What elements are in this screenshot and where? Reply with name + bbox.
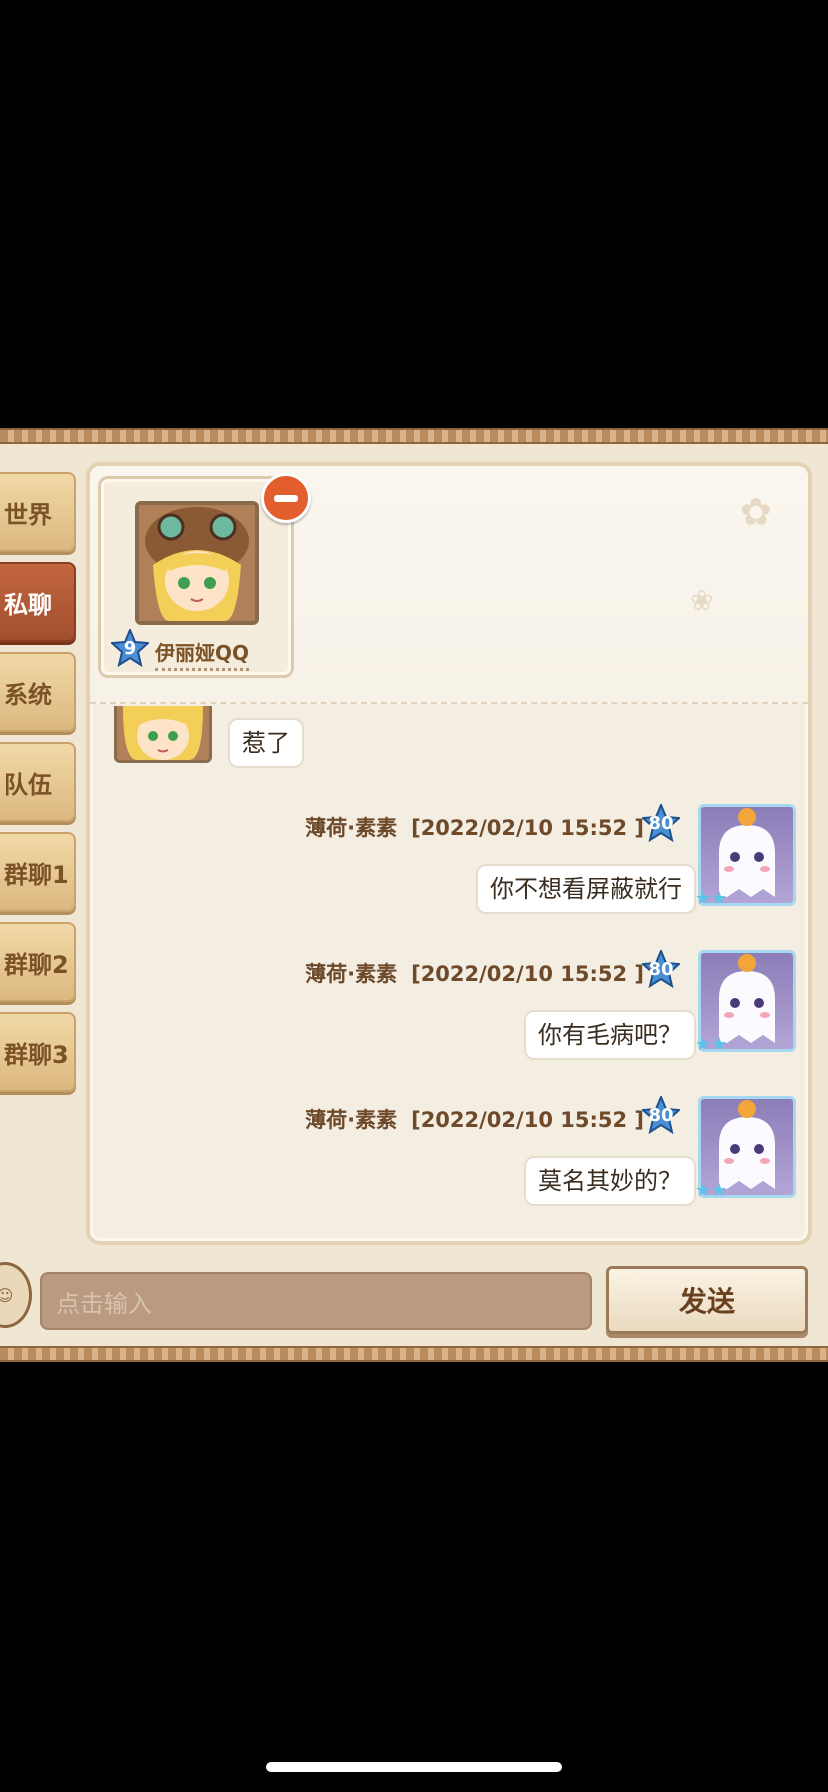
window-top-border: [0, 428, 828, 444]
sender-level: 80: [648, 812, 674, 834]
sender-level-badge: 80: [642, 950, 680, 988]
game-chat-window: 世界 私聊 系统 队伍 群聊1 群聊2 群聊3 ✿ ❀ 9 伊丽娅QQ 惹了 薄…: [0, 428, 828, 1362]
sender-level-badge: 80: [642, 804, 680, 842]
contact-bar: ✿ ❀ 9 伊丽娅QQ: [90, 466, 808, 704]
message-bubble[interactable]: 你不想看屏蔽就行: [476, 864, 696, 914]
message-time: [2022/02/10 15:52 ]: [411, 962, 644, 986]
blonde-girl-avatar-icon: [117, 706, 209, 760]
tab-group-2[interactable]: 群聊2: [0, 922, 76, 1002]
window-bottom-border: [0, 1346, 828, 1362]
message-header: 薄荷·素素 [2022/02/10 15:52 ]: [305, 1104, 644, 1134]
minus-icon: [274, 494, 298, 502]
leaf-decoration-icon: ❀: [690, 584, 714, 617]
remove-contact-button[interactable]: [261, 473, 311, 523]
tab-group-3[interactable]: 群聊3: [0, 1012, 76, 1092]
message-header: 薄荷·素素 [2022/02/10 15:52 ]: [305, 812, 644, 842]
contact-card[interactable]: 9 伊丽娅QQ: [98, 473, 311, 678]
blonde-girl-avatar-icon: [139, 505, 255, 621]
tab-team[interactable]: 队伍: [0, 742, 76, 822]
message-header: 薄荷·素素 [2022/02/10 15:52 ]: [305, 958, 644, 988]
message-time: [2022/02/10 15:52 ]: [411, 816, 644, 840]
contact-avatar[interactable]: [135, 501, 259, 625]
message-bubble[interactable]: 你有毛病吧？: [524, 1010, 696, 1060]
star-decoration-icon: ★★: [695, 1180, 728, 1201]
sender-name: 薄荷·素素: [305, 816, 398, 840]
leaf-decoration-icon: ✿: [740, 490, 772, 534]
tab-group-1[interactable]: 群聊1: [0, 832, 76, 912]
contact-name: 伊丽娅QQ: [155, 637, 250, 671]
emoji-button[interactable]: ☺: [0, 1262, 32, 1328]
sender-level: 80: [648, 958, 674, 980]
sender-name: 薄荷·素素: [305, 1108, 398, 1132]
sender-level: 80: [648, 1104, 674, 1126]
star-decoration-icon: ★★: [695, 1034, 728, 1055]
home-indicator[interactable]: [266, 1762, 562, 1772]
sender-level-badge: 80: [642, 1096, 680, 1134]
contact-level: 9: [123, 637, 137, 659]
chat-panel: ✿ ❀ 9 伊丽娅QQ 惹了 薄荷·素素 [2022/02/10 15:52]…: [86, 462, 812, 1245]
tab-system[interactable]: 系统: [0, 652, 76, 732]
star-decoration-icon: ★★: [695, 888, 728, 909]
chat-input[interactable]: 点击输入: [40, 1272, 592, 1330]
message-bubble[interactable]: 莫名其妙的？: [524, 1156, 696, 1206]
sender-avatar[interactable]: ★★: [695, 950, 796, 1055]
channel-tabs: 世界 私聊 系统 队伍 群聊1 群聊2 群聊3: [0, 472, 84, 1102]
sender-name: 薄荷·素素: [305, 962, 398, 986]
tab-world[interactable]: 世界: [0, 472, 76, 552]
sender-avatar[interactable]: [114, 706, 212, 763]
message-bubble[interactable]: 惹了: [228, 718, 304, 768]
sender-avatar[interactable]: ★★: [695, 804, 796, 909]
tab-private-chat[interactable]: 私聊: [0, 562, 76, 642]
send-button[interactable]: 发送: [606, 1266, 808, 1334]
sender-avatar[interactable]: ★★: [695, 1096, 796, 1201]
contact-level-badge: 9: [111, 629, 149, 667]
emoji-icon: ☺: [0, 1285, 14, 1305]
message-time: [2022/02/10 15:52 ]: [411, 1108, 644, 1132]
